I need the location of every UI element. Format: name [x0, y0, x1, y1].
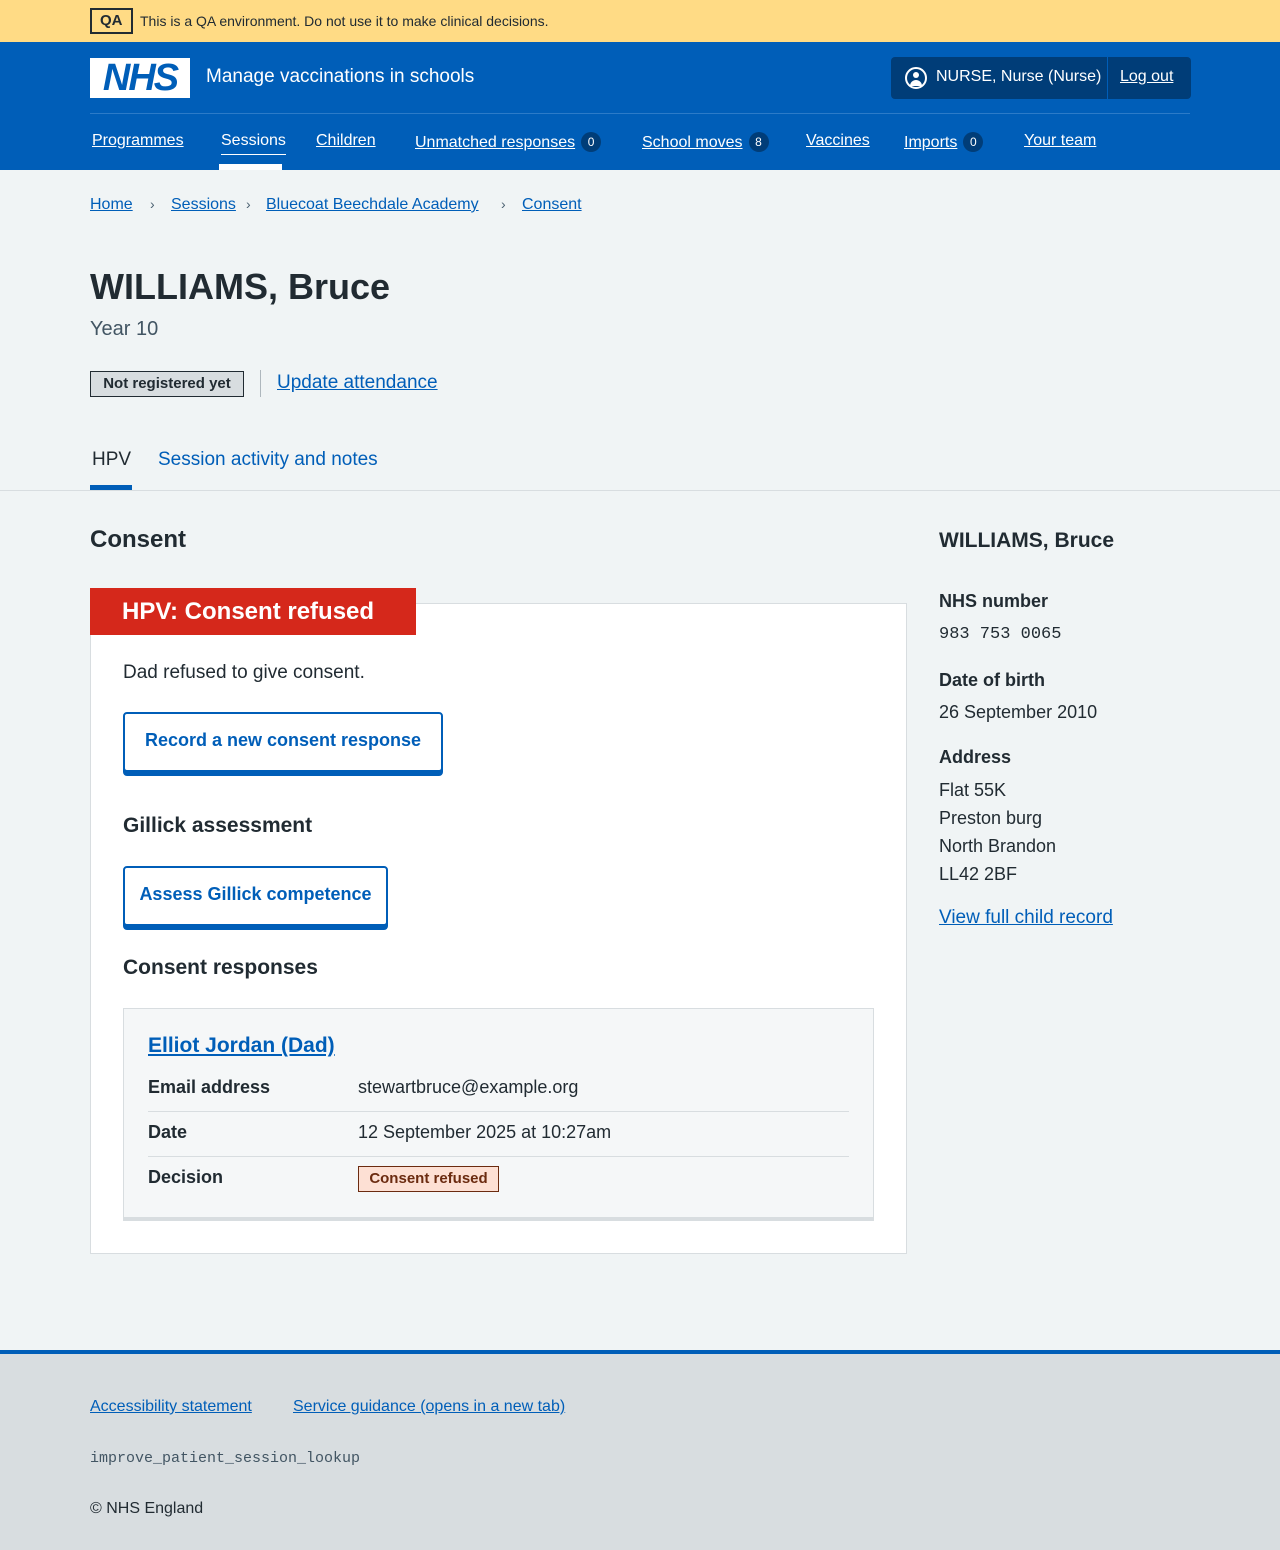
qa-tag: QA: [90, 8, 133, 34]
user-icon: [905, 67, 927, 89]
account-name: NURSE, Nurse (Nurse): [936, 68, 1102, 85]
address-line: LL42 2BF: [939, 864, 1018, 884]
site-footer: Accessibility statement Service guidance…: [0, 1350, 1280, 1550]
assess-gillick-button[interactable]: Assess Gillick competence: [123, 866, 388, 926]
consent-responses-heading: Consent responses: [123, 956, 318, 979]
accessibility-statement-link[interactable]: Accessibility statement: [90, 1398, 252, 1416]
chevron-right-icon: ›: [501, 196, 506, 212]
nav-sessions[interactable]: Sessions: [221, 132, 286, 155]
tab-session-activity[interactable]: Session activity and notes: [158, 449, 378, 471]
nav-active-indicator: [219, 164, 282, 170]
record-consent-button[interactable]: Record a new consent response: [123, 712, 443, 772]
date-value: 12 September 2025 at 10:27am: [358, 1122, 612, 1142]
consent-status-heading: HPV: Consent refused: [90, 588, 416, 635]
copyright: © NHS England: [90, 1500, 204, 1517]
view-child-record-link[interactable]: View full child record: [939, 907, 1113, 929]
count-badge: 8: [748, 132, 769, 152]
address-line: Flat 55K: [939, 780, 1007, 800]
consent-section-title: Consent: [90, 526, 186, 553]
breadcrumb-consent[interactable]: Consent: [522, 196, 582, 214]
nav-children[interactable]: Children: [316, 132, 376, 150]
nav-unmatched-responses[interactable]: Unmatched responses 0: [415, 132, 602, 152]
address-label: Address: [939, 747, 1012, 767]
address-value: Flat 55K Preston burg North Brandon LL42…: [939, 776, 1056, 888]
responder-link[interactable]: Elliot Jordan (Dad): [148, 1034, 335, 1058]
nav-imports-label: Imports: [904, 134, 958, 151]
consent-summary: Dad refused to give consent.: [123, 662, 365, 683]
date-key: Date: [148, 1122, 188, 1142]
site-header: NHS Manage vaccinations in schools NURSE…: [0, 42, 1280, 170]
nav-imports[interactable]: Imports 0: [904, 132, 984, 152]
gillick-heading: Gillick assessment: [123, 814, 313, 837]
nav-school-moves-label: School moves: [642, 134, 743, 151]
address-line: North Brandon: [939, 836, 1057, 856]
decision-badge: Consent refused: [358, 1166, 499, 1192]
page-title: WILLIAMS, Bruce: [90, 266, 391, 307]
count-badge: 0: [963, 132, 984, 152]
nhs-number-label: NHS number: [939, 591, 1049, 611]
account-divider: [1107, 57, 1108, 99]
row-divider: [148, 1111, 849, 1112]
nhs-logo[interactable]: NHS: [90, 58, 190, 98]
nav-programmes[interactable]: Programmes: [92, 132, 184, 150]
qa-banner: QA This is a QA environment. Do not use …: [0, 0, 1280, 42]
header-divider: [90, 113, 1190, 114]
row-divider: [148, 1156, 849, 1157]
tabs-divider: [0, 490, 1280, 491]
count-badge: 0: [581, 132, 602, 152]
build-tag: improve_patient_session_lookup: [90, 1450, 361, 1467]
update-attendance-link[interactable]: Update attendance: [277, 372, 438, 394]
tab-hpv[interactable]: HPV: [92, 449, 131, 471]
nav-school-moves[interactable]: School moves 8: [642, 132, 769, 152]
year-group: Year 10: [90, 318, 159, 340]
nhs-number-value: 983 753 0065: [939, 625, 1062, 644]
breadcrumb-home[interactable]: Home: [90, 196, 133, 214]
email-key: Email address: [148, 1077, 271, 1097]
service-guidance-link[interactable]: Service guidance (opens in a new tab): [293, 1398, 565, 1416]
logout-link[interactable]: Log out: [1120, 68, 1173, 86]
nav-unmatched-responses-label: Unmatched responses: [415, 134, 576, 151]
nav-vaccines[interactable]: Vaccines: [806, 132, 870, 150]
breadcrumb-school[interactable]: Bluecoat Beechdale Academy: [266, 196, 479, 214]
service-name[interactable]: Manage vaccinations in schools: [206, 66, 474, 88]
email-value: stewartbruce@example.org: [358, 1077, 579, 1097]
chevron-right-icon: ›: [246, 196, 251, 212]
dob-value: 26 September 2010: [939, 702, 1098, 722]
chevron-right-icon: ›: [150, 196, 155, 212]
dob-label: Date of birth: [939, 670, 1045, 690]
address-line: Preston burg: [939, 808, 1043, 828]
nav-your-team[interactable]: Your team: [1024, 132, 1096, 150]
breadcrumb-sessions[interactable]: Sessions: [171, 196, 236, 214]
registration-status-badge: Not registered yet: [90, 371, 244, 397]
decision-key: Decision: [148, 1167, 224, 1187]
qa-banner-text: This is a QA environment. Do not use it …: [140, 13, 549, 29]
sidebar-patient-name: WILLIAMS, Bruce: [939, 529, 1115, 552]
status-divider: [260, 370, 261, 397]
account-menu: NURSE, Nurse (Nurse) Log out: [891, 57, 1191, 99]
